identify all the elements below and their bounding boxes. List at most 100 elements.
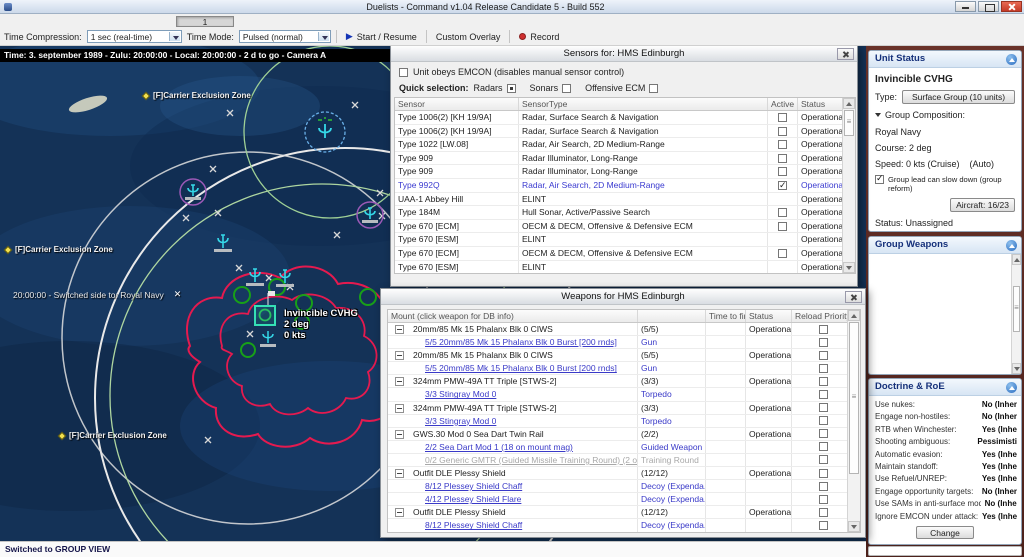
weapons-dialog-title[interactable]: Weapons for HMS Edinburgh — [381, 289, 865, 305]
testing-counter-field[interactable]: 1 — [176, 15, 234, 27]
weapon-name[interactable]: 20mm/85 Mk 15 Phalanx Blk 0 CIWS — [413, 350, 553, 360]
table-row[interactable]: 4/12 Plessey Shield Flare Decoy (Expenda… — [388, 493, 860, 507]
scrollbar[interactable] — [842, 98, 855, 273]
weapon-name[interactable]: 5/5 20mm/85 Mk 15 Phalanx Blk 0 Burst [2… — [425, 337, 617, 347]
table-row[interactable]: 0/2 Generic GMTR (Guided Missile Trainin… — [388, 453, 860, 468]
active-checkbox[interactable] — [778, 140, 787, 150]
col-sensortype[interactable]: SensorType — [519, 98, 768, 110]
table-row[interactable]: Type 670 [ECM] OECM & DECM, Offensive & … — [395, 246, 855, 261]
weapon-link[interactable] — [869, 363, 1011, 374]
sensors-dialog-title[interactable]: Sensors for: HMS Edinburgh — [391, 46, 857, 62]
collapse-icon[interactable] — [1006, 54, 1017, 65]
sensor-name[interactable]: Type 992Q — [395, 178, 519, 192]
table-row[interactable]: 324mm PMW-49A TT Triple [STWS-2] (3/3) O… — [388, 375, 860, 389]
sensor-name[interactable]: Type 909 — [395, 165, 519, 178]
window-minimize-button[interactable] — [955, 1, 976, 12]
sensor-name[interactable]: Type 1022 [LW.08] — [395, 138, 519, 151]
table-row[interactable]: Type 1006(2) [KH 19/9A] Radar, Surface S… — [395, 124, 855, 139]
table-row[interactable]: Type 992Q Radar, Air Search, 2D Medium-R… — [395, 178, 855, 193]
collapse-icon[interactable] — [1006, 240, 1017, 251]
group-type-button[interactable]: Surface Group (10 units) — [902, 90, 1015, 104]
reload-priority-checkbox[interactable] — [819, 520, 828, 530]
close-icon[interactable] — [845, 291, 862, 303]
reload-priority-checkbox[interactable] — [819, 442, 828, 452]
table-row[interactable]: Type 670 [ESM] ELINT Operational — [395, 260, 855, 273]
table-row[interactable]: Type 1022 [LW.08] Radar, Air Search, 2D … — [395, 138, 855, 152]
active-checkbox[interactable] — [778, 153, 787, 163]
scrollbar-thumb[interactable] — [1013, 286, 1020, 332]
custom-overlay-button[interactable]: Custom Overlay — [432, 30, 505, 44]
reload-priority-checkbox[interactable] — [819, 494, 828, 504]
scrollbar-thumb[interactable] — [844, 110, 854, 136]
table-row[interactable]: 20mm/85 Mk 15 Phalanx Blk 0 CIWS (5/5) O… — [388, 349, 860, 363]
active-checkbox[interactable] — [778, 221, 787, 231]
scroll-up-icon[interactable] — [1012, 254, 1021, 265]
collapse-icon[interactable] — [395, 508, 404, 518]
table-row[interactable]: 5/5 20mm/85 Mk 15 Phalanx Blk 0 Burst [2… — [388, 336, 860, 350]
scroll-down-icon[interactable] — [1012, 363, 1021, 374]
filter-checkbox[interactable] — [649, 83, 659, 93]
active-checkbox[interactable] — [778, 113, 787, 122]
weapon-link[interactable] — [869, 339, 1011, 351]
weapon-name[interactable]: GWS.30 Mod 0 Sea Dart Twin Rail — [413, 429, 544, 439]
sensor-name[interactable]: Type 909 — [395, 151, 519, 165]
weapon-name[interactable]: 5/5 20mm/85 Mk 15 Phalanx Blk 0 Burst [2… — [425, 363, 617, 373]
weapon-name[interactable]: 3/3 Stingray Mod 0 — [425, 389, 496, 399]
weapon-link[interactable] — [869, 351, 1011, 363]
window-close-button[interactable] — [1001, 1, 1022, 12]
reload-priority-checkbox[interactable] — [819, 363, 828, 373]
weapon-link[interactable] — [869, 266, 1011, 278]
table-row[interactable]: 8/12 Plessey Shield Chaff Decoy (Expenda… — [388, 480, 860, 494]
table-row[interactable]: 2/2 Sea Dart Mod 1 (18 on mount mag) Gui… — [388, 440, 860, 454]
scroll-down-icon[interactable] — [848, 521, 860, 532]
chevron-down-icon[interactable] — [168, 32, 180, 41]
table-row[interactable]: 5/5 20mm/85 Mk 15 Phalanx Blk 0 Burst [2… — [388, 362, 860, 376]
group-reform-checkbox[interactable] — [875, 173, 884, 184]
col-status[interactable]: Status — [746, 310, 792, 322]
active-checkbox[interactable] — [778, 179, 787, 192]
reload-priority-checkbox[interactable] — [819, 455, 828, 465]
sensor-name[interactable]: UAA-1 Abbey Hill — [395, 192, 519, 206]
weapon-name[interactable]: 324mm PMW-49A TT Triple [STWS-2] — [413, 403, 557, 413]
reload-priority-checkbox[interactable] — [819, 376, 828, 386]
reference-point-label[interactable]: [F]Carrier Exclusion Zone — [141, 91, 251, 100]
dismiss-icon[interactable]: ✕ — [174, 289, 182, 300]
weapon-link[interactable] — [869, 302, 1011, 314]
reload-priority-checkbox[interactable] — [819, 350, 828, 360]
reload-priority-checkbox[interactable] — [819, 416, 828, 426]
reload-priority-checkbox[interactable] — [819, 507, 828, 517]
collapse-icon[interactable] — [395, 351, 404, 361]
table-row[interactable]: Type 909 Radar Illuminator, Long-Range O… — [395, 165, 855, 179]
aircraft-button[interactable]: Aircraft: 16/23 — [950, 198, 1015, 212]
table-row[interactable]: 3/3 Stingray Mod 0 Torpedo — [388, 414, 860, 428]
sensor-name[interactable]: Type 670 [ECM] — [395, 246, 519, 260]
weapon-link[interactable] — [869, 314, 1011, 326]
sensor-name[interactable]: Type 1006(2) [KH 19/9A] — [395, 124, 519, 138]
weapon-link[interactable] — [869, 278, 1011, 290]
active-checkbox[interactable] — [778, 208, 787, 218]
table-row[interactable]: Type 909 Radar Illuminator, Long-Range O… — [395, 151, 855, 166]
weapon-name[interactable]: 20mm/85 Mk 15 Phalanx Blk 0 CIWS — [413, 324, 553, 334]
reference-point-diamond-icon[interactable] — [3, 245, 13, 254]
reference-point-diamond-icon[interactable] — [57, 431, 67, 440]
table-row[interactable]: Outfit DLE Plessy Shield (12/12) Operati… — [388, 506, 860, 520]
active-checkbox[interactable] — [778, 167, 787, 177]
scrollbar[interactable] — [847, 310, 860, 532]
record-button[interactable]: Record — [515, 30, 563, 44]
scroll-down-icon[interactable] — [843, 262, 855, 273]
col-mount[interactable]: Mount (click weapon for DB info) — [388, 310, 638, 322]
table-row[interactable]: Type 184M Hull Sonar, Active/Passive Sea… — [395, 206, 855, 220]
reference-point-label[interactable]: [F]Carrier Exclusion Zone — [3, 245, 113, 254]
group-composition-toggle[interactable]: Group Composition: — [875, 110, 1015, 120]
reference-point-label[interactable]: [F]Carrier Exclusion Zone — [57, 431, 167, 440]
time-compression-select[interactable]: 1 sec (real-time) — [86, 30, 182, 43]
col-sensor[interactable]: Sensor — [395, 98, 519, 110]
collapse-icon[interactable] — [395, 469, 404, 479]
reload-priority-checkbox[interactable] — [819, 468, 828, 478]
reference-point-diamond-icon[interactable] — [141, 91, 151, 100]
table-row[interactable]: GWS.30 Mod 0 Sea Dart Twin Rail (2/2) Op… — [388, 427, 860, 441]
scroll-up-icon[interactable] — [843, 98, 855, 109]
weapon-name[interactable]: 8/12 Plessey Shield Chaff — [425, 520, 522, 530]
table-row[interactable]: UAA-1 Abbey Hill ELINT Operational — [395, 192, 855, 207]
reload-priority-checkbox[interactable] — [819, 429, 828, 439]
